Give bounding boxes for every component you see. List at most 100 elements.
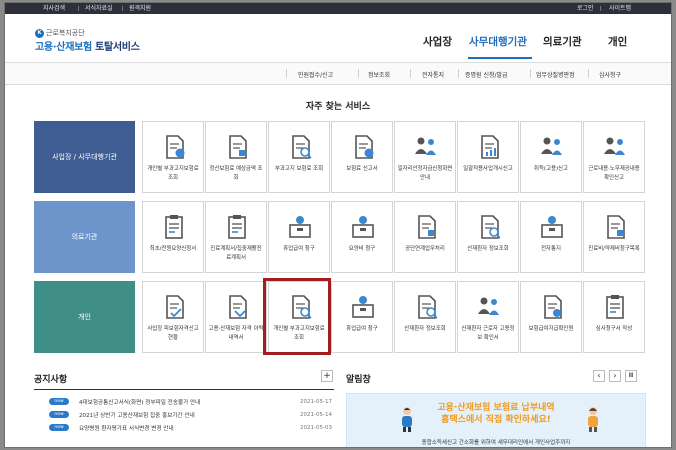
service-tile-label: 휴업급여 청구 — [346, 326, 378, 332]
service-tile-label: 심사청구서 작성 — [595, 326, 633, 332]
notice-text: 2021년 상반기 고용산재보험 집중 홍보기간 안내 — [79, 412, 195, 419]
service-tile[interactable]: 일괄적용사업개시신고 — [457, 121, 519, 193]
service-tile[interactable]: 보험료 신고서 — [331, 121, 393, 193]
topbar-link-login[interactable]: 로그인 — [577, 5, 594, 12]
alarm-pause-button[interactable]: II — [625, 370, 637, 382]
notice-date: 2021-05-03 — [300, 424, 332, 431]
gnb-active-indicator — [468, 57, 532, 59]
banner-caption: 종합소득세신고 간소화를 위하여 세무대리인에서 개인사업주까지 — [421, 440, 571, 446]
logo-org[interactable]: K 근로복지공단 — [35, 28, 85, 38]
subnav-separator — [530, 69, 531, 78]
notice-item[interactable]: new 2021년 상반기 고용산재보험 집중 홍보기간 안내 2021-05-14 — [34, 408, 334, 421]
service-tile[interactable]: 산재환자 정보조회 — [394, 281, 456, 353]
subnav-civil-complaint[interactable]: 민원접수/신고 — [298, 70, 333, 79]
service-tile[interactable]: 공단연계업무처리 — [394, 201, 456, 273]
document-medal-icon — [544, 295, 562, 319]
notice-item[interactable]: new 4대보험공통신고서식(화면) 정부파일 전송불가 안내 2021-05-17 — [34, 395, 334, 408]
gnb-medical[interactable]: 의료기관 — [543, 34, 582, 49]
notice-date: 2021-05-14 — [300, 411, 332, 418]
service-tile[interactable]: 휴업급여 청구 — [331, 281, 393, 353]
service-tile-label: 취득(고용)신고 — [534, 166, 568, 172]
service-tile[interactable]: 취득(고용)신고 — [520, 121, 582, 193]
service-tile-label: 진료비/약제비청구목록 — [588, 246, 640, 252]
service-tile-label: 산재환자 정보조회 — [404, 326, 446, 332]
subnav-occupational-disease[interactable]: 업무상질병판정 — [536, 70, 575, 79]
service-tile[interactable]: 전자통지 — [520, 201, 582, 273]
subnav-review-claim[interactable]: 심사청구 — [599, 70, 621, 79]
clipboard-edit-icon — [228, 215, 246, 239]
service-tile[interactable]: 사업장 피보험자격신고현황 — [142, 281, 204, 353]
service-tile[interactable]: 요양비 청구 — [331, 201, 393, 273]
coin-document-icon — [355, 135, 374, 159]
document-check-icon — [166, 295, 184, 319]
service-tile[interactable]: 고용·산재보험 자격 이력 내역서 — [205, 281, 267, 353]
document-chart-icon — [481, 135, 499, 159]
people-arrow-icon — [541, 137, 562, 155]
topbar-separator — [122, 6, 123, 11]
new-badge: new — [49, 411, 69, 418]
service-tile-label: 부과고지 보험료 조회 — [274, 166, 324, 172]
notice-more-button[interactable]: + — [321, 370, 333, 382]
person-check-icon — [604, 137, 625, 155]
service-tile[interactable]: 산재환자 근로자 고용정보 확인서 — [457, 281, 519, 353]
service-tile-label: 보험급여지급확인원 — [528, 326, 574, 332]
service-tile-label: 고용·산재보험 자격 이력 내역서 — [208, 326, 264, 341]
service-tile[interactable]: 산재환자 정보조회 — [457, 201, 519, 273]
service-tile[interactable]: 최초/전원요양신청서 — [142, 201, 204, 273]
sub-navigation: 민원접수/신고 정보조회 전자통지 증명원 신청/발급 업무상질병판정 심사청구 — [5, 63, 671, 85]
document-coin-icon — [166, 135, 185, 159]
service-tile[interactable]: 보험급여지급확인원 — [520, 281, 582, 353]
service-tile[interactable]: 심사청구서 작성 — [583, 281, 645, 353]
subnav-separator — [286, 69, 287, 78]
notice-title: 공지사항 — [34, 375, 68, 385]
mail-box-icon — [541, 216, 563, 238]
topbar-link-branch-search[interactable]: 지사검색 — [43, 5, 65, 12]
service-tile[interactable]: 근로내용·노무제공내용 확인신고 — [583, 121, 645, 193]
gnb-agency[interactable]: 사무대행기관 — [469, 34, 527, 49]
service-tile[interactable]: 진료비/약제비청구목록 — [583, 201, 645, 273]
service-tile-label: 진료계획서/집중재활진료계획서 — [210, 246, 262, 261]
service-tile[interactable]: 진료계획서/집중재활진료계획서 — [205, 201, 267, 273]
topbar-link-remote-support[interactable]: 원격지원 — [129, 5, 151, 12]
alarm-banner[interactable]: 고용·산재보험 보험료 납부내역 홈택스에서 직접 확인하세요! 종합소득세신고… — [346, 393, 646, 447]
pencil-edit-icon — [607, 215, 625, 239]
new-badge: new — [49, 398, 69, 405]
notice-date: 2021-05-17 — [300, 398, 332, 405]
service-tile[interactable]: 개인별 부과고지보험료 조회 — [142, 121, 204, 193]
service-tile[interactable]: 정산보험료 예상금액 조회 — [205, 121, 267, 193]
calculator-document-icon — [229, 135, 247, 159]
document-search-icon — [292, 135, 312, 159]
service-tile-label: 정산보험료 예상금액 조회 — [209, 166, 263, 181]
site-header: K 근로복지공단 고용·산재보험 토탈서비스 사업장 사무대행기관 의료기관 개… — [5, 14, 671, 63]
row-header-1: 의료기관 — [34, 201, 135, 273]
service-tile-label: 휴업급여 청구 — [283, 246, 315, 252]
subnav-certificate[interactable]: 증명원 신청/발급 — [465, 70, 508, 79]
service-tile[interactable]: 부과고지 보험료 조회 — [268, 121, 330, 193]
topbar-link-forms[interactable]: 서식자료실 — [85, 5, 113, 12]
subnav-e-notice[interactable]: 전자통지 — [422, 70, 444, 79]
logo-mark-icon: K — [35, 28, 44, 38]
subnav-info-inquiry[interactable]: 정보조회 — [368, 70, 390, 79]
notice-text: 4대보험공통신고서식(화면) 정부파일 전송불가 안내 — [79, 399, 201, 406]
alarm-next-button[interactable]: › — [609, 370, 621, 382]
service-tile-label: 사업장 피보험자격신고현황 — [147, 326, 199, 341]
people-document-icon — [415, 137, 436, 155]
document-arrow-icon — [229, 295, 247, 319]
subnav-separator — [358, 69, 359, 78]
document-person-icon — [478, 297, 499, 315]
gnb-workplace[interactable]: 사업장 — [423, 34, 452, 49]
gnb-individual[interactable]: 개인 — [608, 34, 627, 49]
alarm-prev-button[interactable]: ‹ — [593, 370, 605, 382]
document-search-icon — [481, 215, 501, 239]
site-logo[interactable]: 고용·산재보험 토탈서비스 — [35, 38, 140, 53]
document-share-icon — [418, 215, 436, 239]
service-tile-label: 근로내용·노무제공내용 확인신고 — [588, 166, 640, 181]
service-tile-label: 보험료 신고서 — [346, 166, 378, 172]
service-tile[interactable]: 일자리안정자금신청화면안내 — [394, 121, 456, 193]
service-tile-label: 산재환자 정보조회 — [467, 246, 509, 252]
subnav-separator — [588, 69, 589, 78]
service-tile[interactable]: 휴업급여 청구 — [268, 201, 330, 273]
notice-item[interactable]: new 요양병원 환자평가표 서식변경 변경 안내 2021-05-03 — [34, 421, 334, 434]
topbar-link-sitemap[interactable]: 사이트맵 — [609, 5, 631, 12]
service-tile-label: 공단연계업무처리 — [405, 246, 445, 252]
